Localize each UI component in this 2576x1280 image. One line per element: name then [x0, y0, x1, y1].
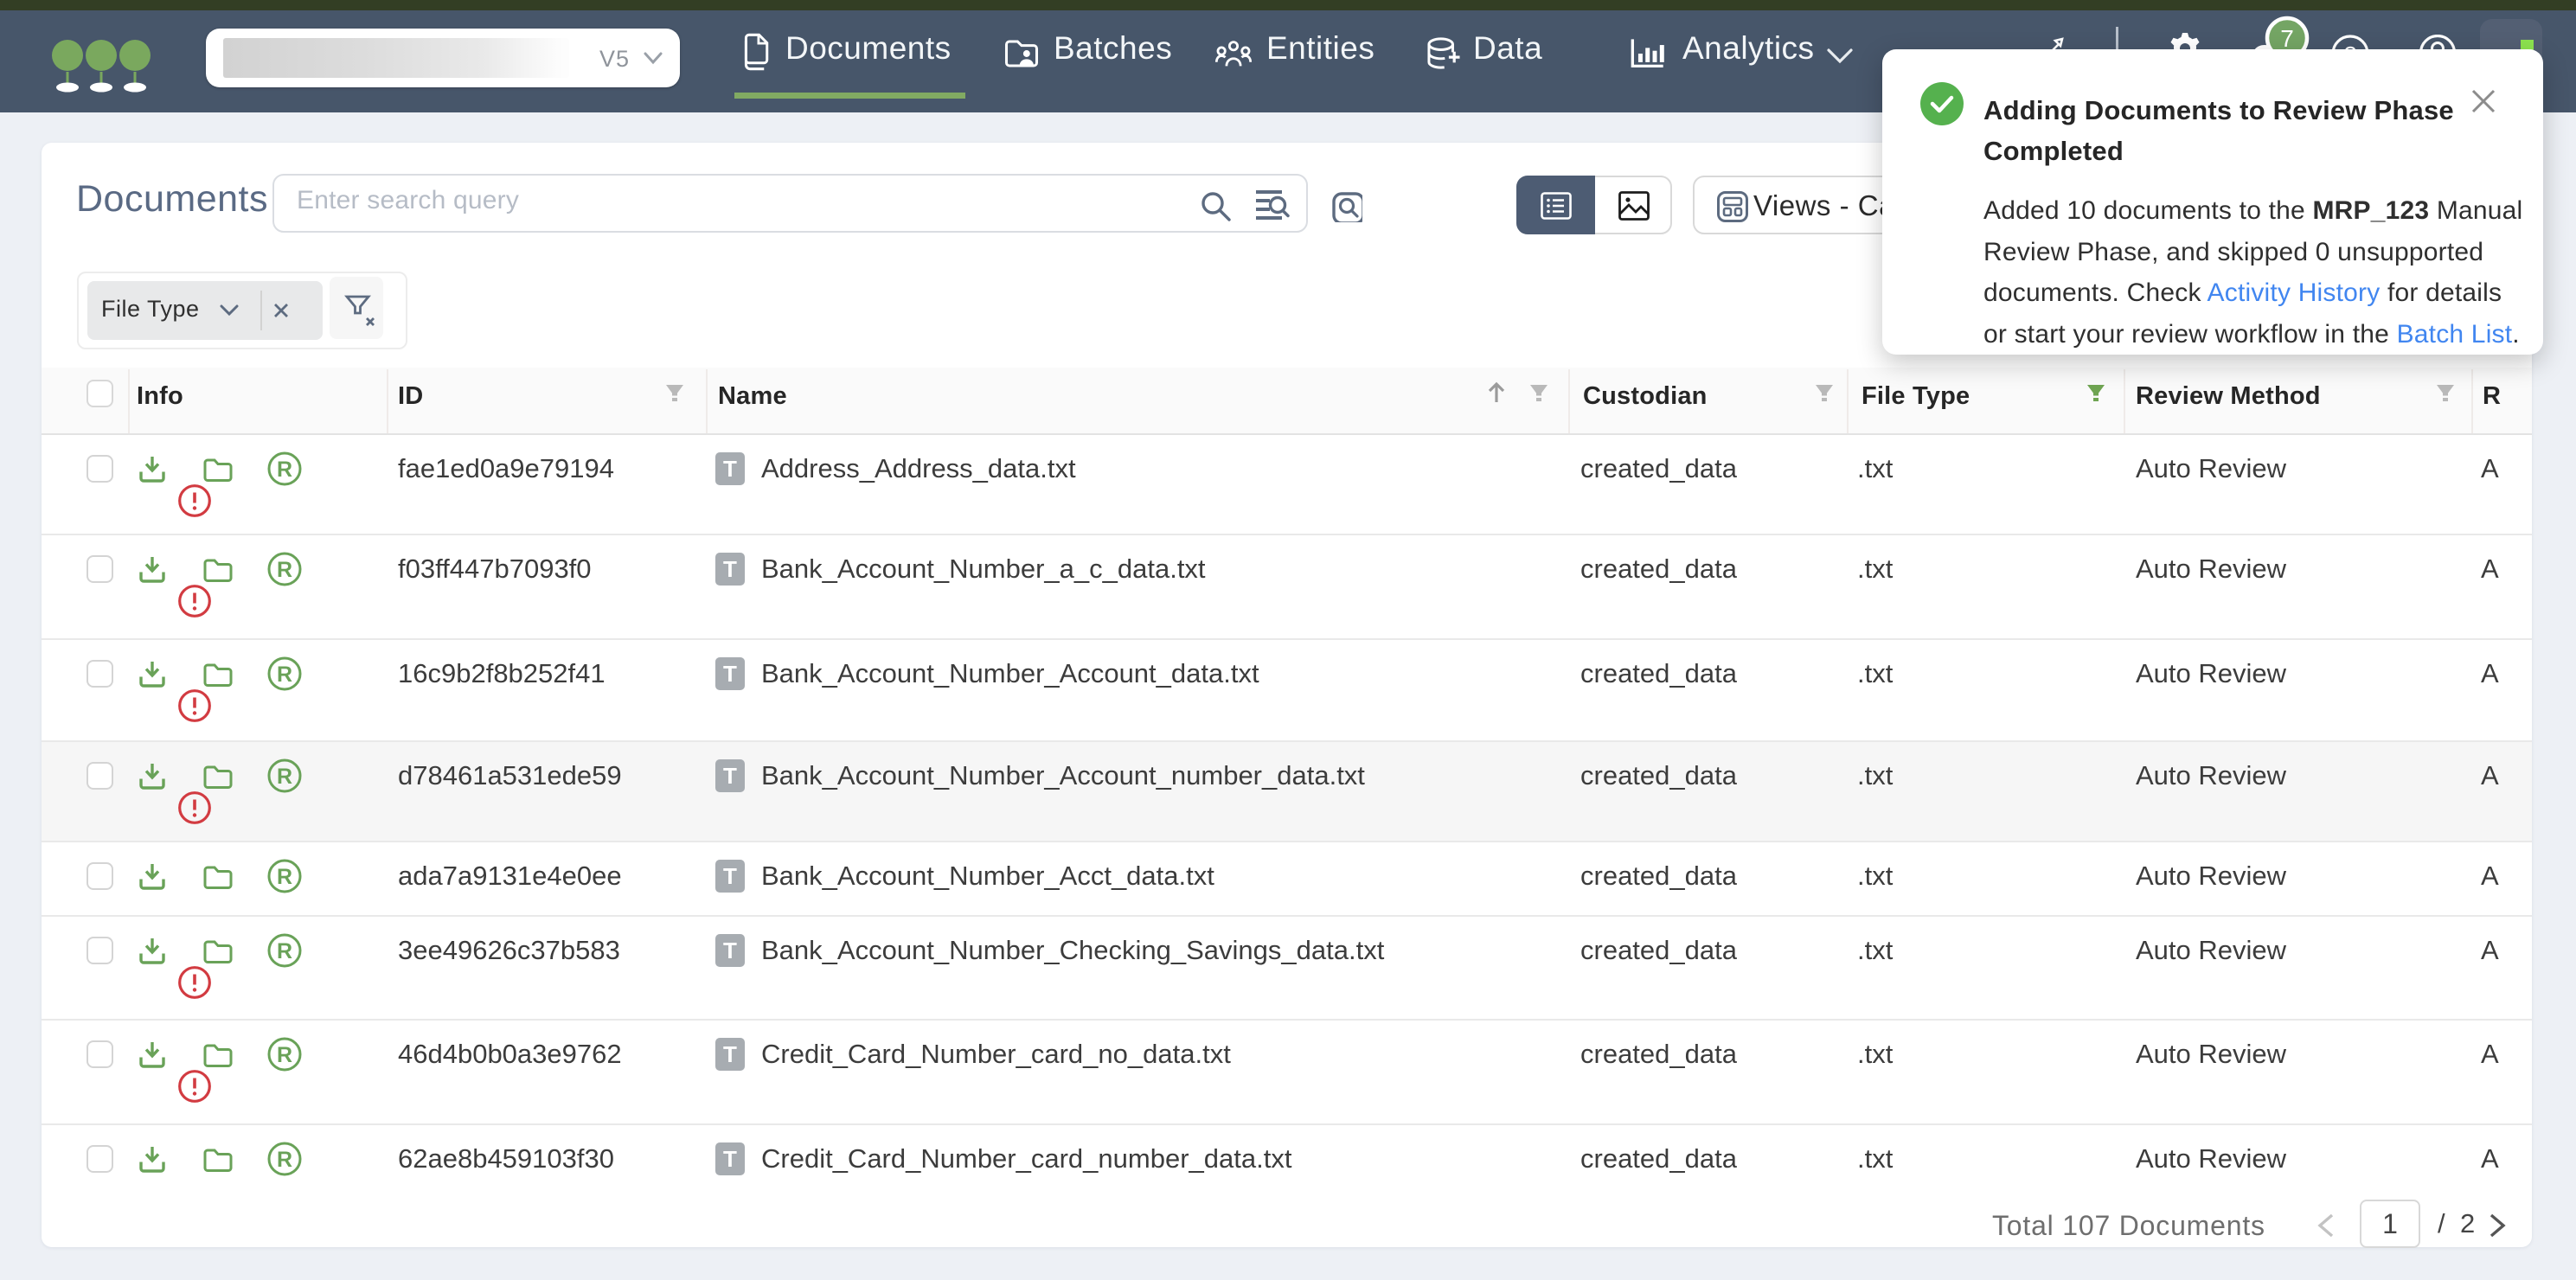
svg-text:R: R [277, 865, 292, 889]
svg-text:R: R [277, 939, 292, 963]
svg-text:R: R [277, 765, 292, 789]
svg-text:R: R [277, 1148, 292, 1172]
svg-text:R: R [277, 558, 292, 582]
svg-text:7: 7 [2280, 25, 2294, 52]
svg-text:R: R [277, 662, 292, 687]
svg-text:R: R [277, 1043, 292, 1067]
svg-text:R: R [277, 458, 292, 482]
